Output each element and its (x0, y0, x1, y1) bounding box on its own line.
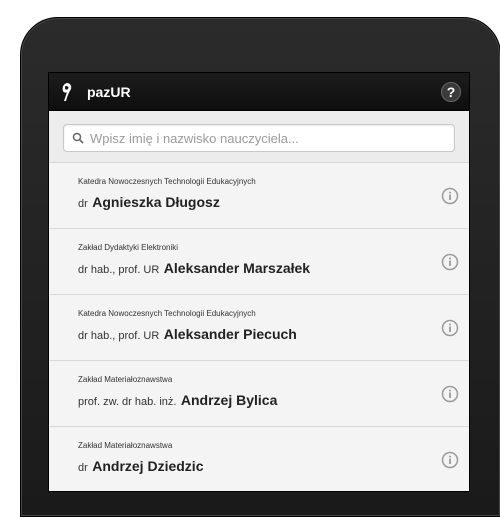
teacher-list: Katedra Nowoczesnych Technologii Edukacy… (49, 162, 469, 491)
search-bar (49, 111, 469, 162)
teacher-name: Andrzej Bylica (180, 392, 278, 408)
list-item[interactable]: Katedra Nowoczesnych Technologii Edukacy… (49, 295, 469, 361)
teacher-name-line: dr Agnieszka Długosz (78, 194, 455, 212)
teacher-name-line: dr hab., prof. UR Aleksander Marszałek (78, 260, 455, 278)
department-label: Zakład Materiałoznawstwa (78, 441, 173, 450)
teacher-name-line: dr hab., prof. UR Aleksander Piecuch (78, 326, 455, 344)
info-icon[interactable] (441, 385, 459, 403)
app-title: pazUR (87, 83, 131, 100)
department-label: Katedra Nowoczesnych Technologii Edukacy… (78, 177, 256, 186)
info-icon[interactable] (441, 451, 459, 469)
academic-title: dr (78, 462, 88, 474)
search-box[interactable] (63, 124, 455, 152)
department-label: Zakład Materiałoznawstwa (78, 375, 173, 384)
app-bar: pazUR ? (49, 73, 469, 111)
teacher-name-line: dr Andrzej Dziedzic (78, 458, 455, 476)
department-label: Zakład Dydaktyki Elektroniki (78, 243, 179, 252)
info-icon[interactable] (441, 187, 459, 205)
list-item[interactable]: Katedra Nowoczesnych Technologii Edukacy… (49, 163, 469, 229)
academic-title: prof. zw. dr hab. inż. (78, 396, 177, 408)
teacher-name: Aleksander Marszałek (163, 260, 311, 276)
search-icon (72, 132, 84, 144)
question-icon: ? (446, 83, 456, 100)
help-button[interactable]: ? (441, 81, 461, 102)
teacher-name: Andrzej Dziedzic (92, 458, 204, 474)
info-icon[interactable] (441, 253, 459, 271)
teacher-name: Agnieszka Długosz (92, 194, 220, 210)
list-item[interactable]: Zakład Dydaktyki Elektroniki dr hab., pr… (49, 229, 469, 295)
academic-title: dr hab., prof. UR (78, 330, 160, 342)
academic-title: dr (78, 198, 88, 210)
list-item[interactable]: Zakład Materiałoznawstwa dr Andrzej Dzie… (49, 427, 469, 491)
academic-title: dr hab., prof. UR (78, 264, 160, 276)
app-screen: pazUR ? Katedra Nowoczesnych Technologii… (48, 72, 470, 492)
teacher-name: Aleksander Piecuch (163, 326, 297, 342)
list-item[interactable]: Zakład Materiałoznawstwa prof. zw. dr ha… (49, 361, 469, 427)
teacher-name-line: prof. zw. dr hab. inż. Andrzej Bylica (78, 392, 455, 410)
department-label: Katedra Nowoczesnych Technologii Edukacy… (78, 309, 256, 318)
info-icon[interactable] (441, 319, 459, 337)
search-input[interactable] (90, 130, 446, 146)
quill-logo-icon (59, 81, 75, 103)
